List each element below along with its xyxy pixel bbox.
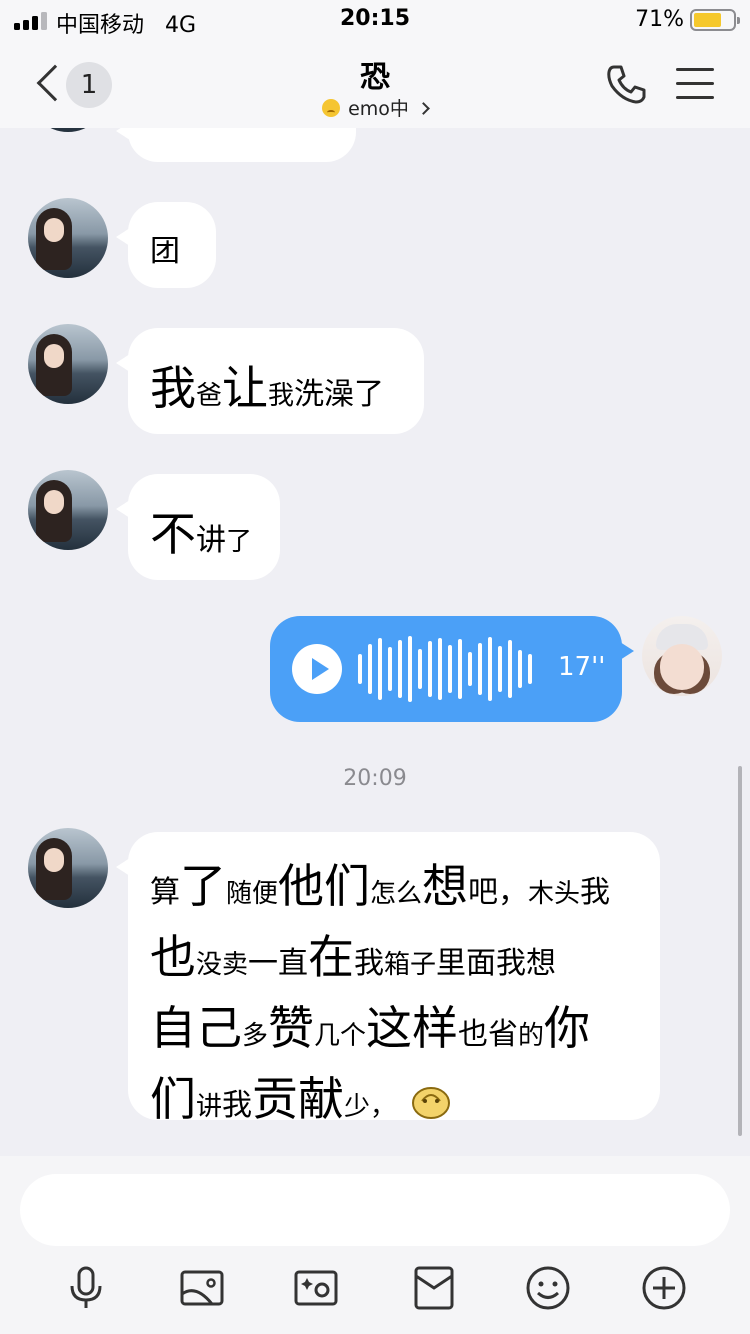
message-segment: 洗澡了	[294, 377, 385, 412]
phone-call-button[interactable]	[604, 62, 648, 106]
phone-icon	[607, 65, 646, 104]
waveform-bar	[478, 643, 482, 695]
chevron-right-icon	[417, 102, 430, 115]
input-area	[0, 1156, 750, 1334]
red-envelope-icon[interactable]	[410, 1264, 458, 1312]
message-bubble[interactable]: 算了随便他们怎么想吧，木头我 也没卖一直在我箱子里面我想 自己多赞几个这样也省的…	[116, 832, 660, 1126]
message-segment: 也	[150, 930, 196, 984]
message-segment: 团	[150, 234, 180, 269]
waveform-bar	[368, 644, 372, 694]
voice-message-bubble[interactable]: 17''	[270, 616, 634, 722]
waveform-bar	[528, 654, 532, 684]
message-line: 也没卖一直在我箱子里面我想	[150, 927, 610, 998]
plus-icon[interactable]	[640, 1264, 688, 1312]
scrollbar[interactable]	[738, 766, 742, 1136]
message-segment: 让	[222, 361, 269, 415]
waveform-bar	[488, 637, 492, 701]
message-segment: 吧，	[468, 875, 529, 910]
waveform-bar	[438, 638, 442, 700]
camera-icon[interactable]	[292, 1264, 340, 1312]
battery-level	[694, 13, 721, 27]
message-line: 自己多赞几个这样也省的你	[150, 998, 610, 1069]
message-segment: 这样	[366, 1001, 459, 1055]
message-input[interactable]	[20, 1174, 730, 1246]
message-text: 不讲了	[150, 498, 252, 564]
voice-duration: 17''	[558, 652, 606, 682]
message-segment: 一直	[248, 946, 309, 981]
chat-header: 1 恐 emo中	[0, 40, 750, 128]
message-segment: 他们	[278, 859, 371, 913]
waveform-bar	[448, 645, 452, 693]
message-bubble[interactable]: 团	[116, 202, 216, 288]
message-segment: 赞	[268, 1001, 315, 1055]
battery-icon	[690, 9, 740, 31]
message-segment: 怎么	[370, 879, 423, 909]
message-segment: 算	[150, 875, 180, 910]
waveform-bar	[518, 650, 522, 688]
message-segment: 我	[580, 875, 611, 910]
message-timestamp: 20:09	[343, 766, 407, 791]
sad-face-icon	[412, 1087, 451, 1119]
emoji-icon[interactable]	[524, 1264, 572, 1312]
microphone-icon[interactable]	[62, 1264, 110, 1312]
waveform-bar	[358, 654, 362, 684]
waveform-bar	[388, 647, 392, 691]
waveform-bar	[458, 639, 462, 699]
message-segment: 的	[518, 1021, 545, 1051]
my-avatar[interactable]	[642, 616, 722, 696]
message-bubble[interactable]: 我爸让我洗澡了	[116, 328, 424, 434]
image-icon[interactable]	[178, 1264, 226, 1312]
message-segment: 我	[268, 381, 295, 411]
waveform-bar	[508, 640, 512, 698]
friend-avatar[interactable]	[28, 470, 108, 550]
message-text: 算了随便他们怎么想吧，木头我 也没卖一直在我箱子里面我想 自己多赞几个这样也省的…	[150, 856, 610, 1140]
message-line: 算了随便他们怎么想吧，木头我	[150, 856, 610, 927]
message-segment: 木头	[528, 879, 581, 909]
friend-avatar[interactable]	[28, 198, 108, 278]
friend-avatar[interactable]	[28, 828, 108, 908]
friend-avatar[interactable]	[28, 324, 108, 404]
message-segment: 贡献	[252, 1072, 345, 1126]
status-bar: 中国移动 4G 20:15 71%	[0, 0, 750, 40]
message-segment: 爸	[196, 381, 223, 411]
message-segment: 我	[150, 361, 196, 415]
message-segment: 了	[226, 527, 253, 557]
message-segment: 我	[222, 1088, 253, 1123]
waveform-bar	[498, 646, 502, 692]
message-line: 们讲我贡献少，	[150, 1069, 610, 1140]
message-bubble[interactable]: 不讲了	[116, 474, 280, 580]
waveform-bar	[468, 652, 472, 686]
message-segment: 少，	[344, 1092, 397, 1122]
play-icon[interactable]	[292, 644, 342, 694]
message-segment: 几个	[314, 1021, 367, 1051]
status-text: emo中	[348, 98, 409, 120]
waveform-bar	[428, 641, 432, 697]
message-segment: 在	[308, 930, 355, 984]
message-segment: 里面我想	[436, 946, 557, 981]
menu-button[interactable]	[676, 68, 714, 99]
message-segment: 讲	[196, 523, 226, 558]
message-segment: 没卖	[196, 950, 249, 980]
battery-percent: 71%	[635, 7, 684, 32]
message-text: 我爸让我洗澡了	[150, 352, 384, 418]
message-segment: 多	[242, 1021, 269, 1051]
message-segment: 箱子	[384, 950, 437, 980]
message-segment: 讲	[196, 1092, 223, 1122]
message-segment: 我	[354, 946, 385, 981]
sad-emoji-icon	[322, 99, 341, 117]
waveform-bar	[378, 638, 382, 700]
message-segment: 也省	[458, 1017, 519, 1052]
message-segment: 想	[422, 859, 469, 913]
message-segment: 们	[150, 1072, 196, 1126]
message-segment: 你	[544, 1001, 591, 1055]
message-segment: 了	[180, 859, 226, 913]
message-text: 团	[150, 226, 180, 270]
waveform-bar	[408, 636, 412, 702]
message-segment: 自己	[150, 1001, 242, 1055]
waveform-bar	[398, 640, 402, 698]
waveform-bar	[418, 649, 422, 689]
message-segment: 不	[150, 507, 196, 561]
waveform-icon	[358, 636, 538, 702]
message-segment: 随便	[226, 879, 279, 909]
